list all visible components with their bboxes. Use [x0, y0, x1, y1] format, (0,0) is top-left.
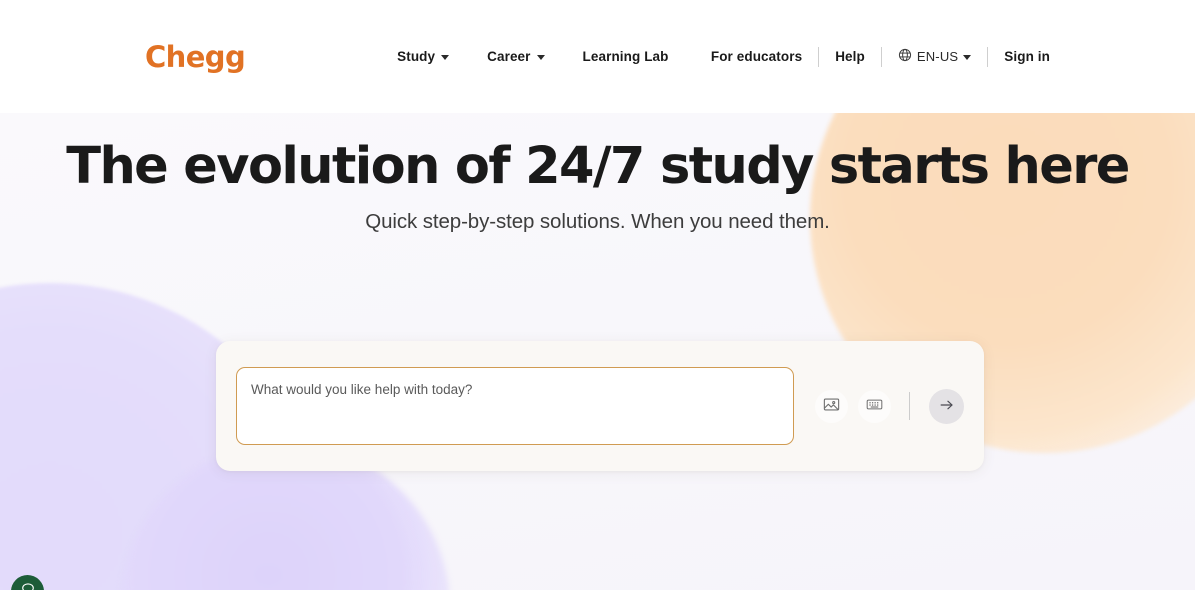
primary-nav: Study Career Learning Lab	[397, 49, 668, 64]
nav-item-for-educators-label: For educators	[710, 49, 803, 64]
chevron-down-icon	[441, 55, 450, 60]
search-card	[216, 341, 984, 471]
nav-item-help-label: Help	[835, 49, 865, 64]
sign-in-label: Sign in	[1004, 49, 1050, 64]
chegg-logo[interactable]: Chegg	[145, 43, 246, 72]
page-title: The evolution of 24/7 study starts here	[66, 137, 1130, 196]
nav-item-study-label: Study	[397, 49, 436, 64]
nav-divider	[987, 46, 989, 67]
hero-content: The evolution of 24/7 study starts here …	[0, 113, 1195, 234]
secondary-nav: For educators Help EN-US Sign in	[711, 46, 1050, 67]
nav-item-learning-lab[interactable]: Learning Lab	[583, 49, 669, 64]
site-header: Chegg Study Career Learning Lab For educ…	[0, 0, 1195, 113]
sign-in-button[interactable]: Sign in	[1004, 49, 1050, 64]
nav-item-career[interactable]: Career	[487, 49, 545, 64]
language-selector-label: EN-US	[916, 49, 959, 64]
chat-bubble-icon	[20, 581, 36, 590]
math-keyboard-button[interactable]	[858, 389, 891, 423]
chevron-down-icon	[536, 55, 545, 60]
nav-item-study[interactable]: Study	[397, 49, 450, 64]
image-icon	[823, 396, 840, 416]
search-input[interactable]	[236, 367, 794, 445]
tools-divider	[909, 392, 910, 420]
chevron-down-icon	[963, 55, 972, 60]
language-selector[interactable]: EN-US	[898, 48, 972, 65]
search-submit-button[interactable]	[929, 388, 964, 424]
nav-item-for-educators[interactable]: For educators	[711, 49, 802, 64]
nav-item-learning-lab-label: Learning Lab	[582, 49, 669, 64]
page-root: Chegg Study Career Learning Lab For educ…	[0, 0, 1195, 590]
arrow-right-icon	[938, 396, 956, 417]
nav-divider	[880, 46, 882, 67]
nav-divider	[818, 46, 820, 67]
globe-icon	[898, 48, 912, 65]
nav-item-career-label: Career	[487, 49, 531, 64]
nav-item-help[interactable]: Help	[835, 49, 865, 64]
keyboard-icon	[866, 396, 883, 416]
page-subtitle: Quick step-by-step solutions. When you n…	[365, 210, 830, 234]
search-tools	[815, 388, 964, 424]
image-upload-button[interactable]	[815, 389, 848, 423]
